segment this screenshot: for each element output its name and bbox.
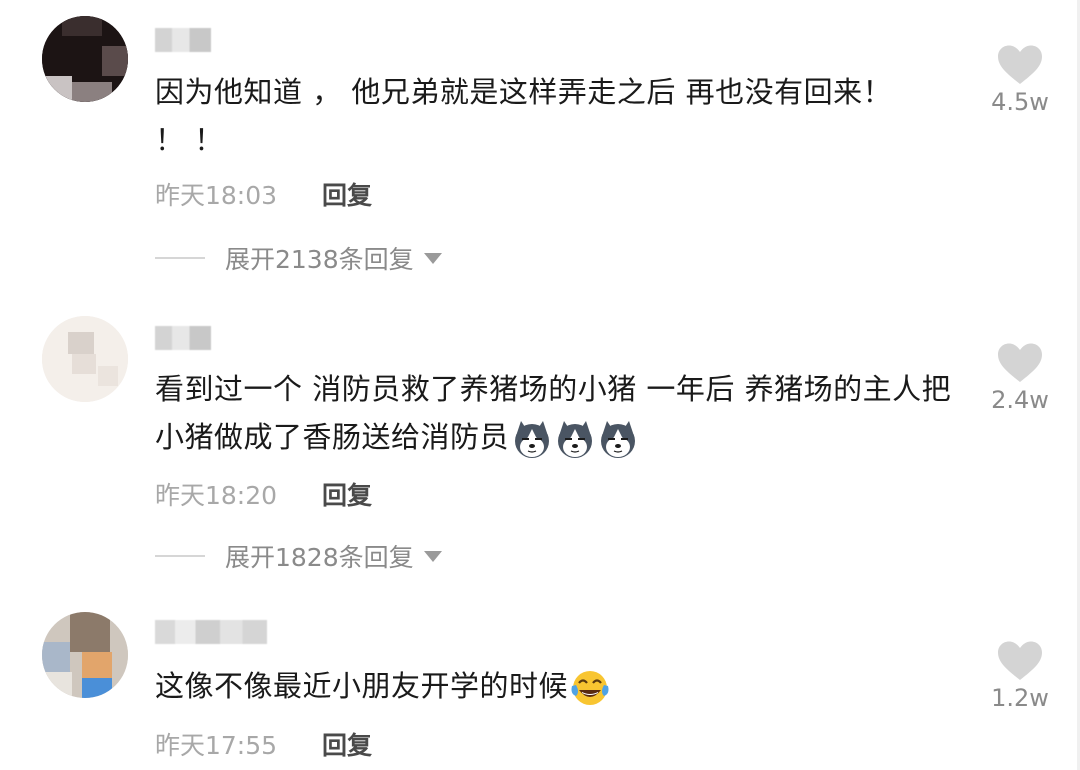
like-button[interactable]: 4.5w <box>985 44 1055 116</box>
comment-text-body: 看到过一个 消防员救了养猪场的小猪 一年后 养猪场的主人把小猪做成了香肠送给消防… <box>155 372 952 454</box>
tears-of-joy-icon <box>571 671 609 705</box>
expand-replies-label: 展开1828条回复 <box>225 543 414 572</box>
like-count: 1.2w <box>991 684 1049 712</box>
avatar[interactable] <box>42 612 128 698</box>
username-blurred[interactable] <box>155 28 211 52</box>
comment-time: 昨天18:03 <box>155 181 278 210</box>
expand-line <box>155 257 205 259</box>
husky-icon <box>601 421 636 458</box>
username-blurred[interactable] <box>155 326 211 350</box>
husky-icon <box>515 421 550 458</box>
like-count: 4.5w <box>991 88 1049 116</box>
comment-text: 这像不像最近小朋友开学的时候 <box>155 662 955 710</box>
like-button[interactable]: 2.4w <box>985 342 1055 414</box>
reply-button[interactable]: 回复 <box>322 726 372 762</box>
chevron-down-icon <box>423 550 442 562</box>
like-count: 2.4w <box>991 386 1049 414</box>
heart-icon <box>998 343 1042 382</box>
expand-replies-button[interactable]: 展开2138条回复 <box>155 240 442 276</box>
husky-icon <box>558 421 593 458</box>
comment-time: 昨天18:20 <box>155 481 278 510</box>
comment-text-body: 这像不像最近小朋友开学的时候 <box>155 669 569 703</box>
expand-replies-button[interactable]: 展开1828条回复 <box>155 538 442 574</box>
avatar[interactable] <box>42 316 128 402</box>
expand-replies-label: 展开2138条回复 <box>225 245 414 274</box>
reply-button[interactable]: 回复 <box>322 476 372 512</box>
reply-button[interactable]: 回复 <box>322 176 372 212</box>
username-blurred[interactable] <box>155 620 267 644</box>
expand-line <box>155 555 205 557</box>
avatar[interactable] <box>42 16 128 102</box>
comment-time: 昨天17:55 <box>155 731 278 760</box>
like-button[interactable]: 1.2w <box>985 640 1055 712</box>
chevron-down-icon <box>423 252 442 264</box>
heart-icon <box>998 45 1042 84</box>
comment-text: 看到过一个 消防员救了养猪场的小猪 一年后 养猪场的主人把小猪做成了香肠送给消防… <box>155 365 955 461</box>
comment-text: 因为他知道 ， 他兄弟就是这样弄走之后 再也没有回来！ ！ ！ <box>155 75 893 157</box>
heart-icon <box>998 641 1042 680</box>
